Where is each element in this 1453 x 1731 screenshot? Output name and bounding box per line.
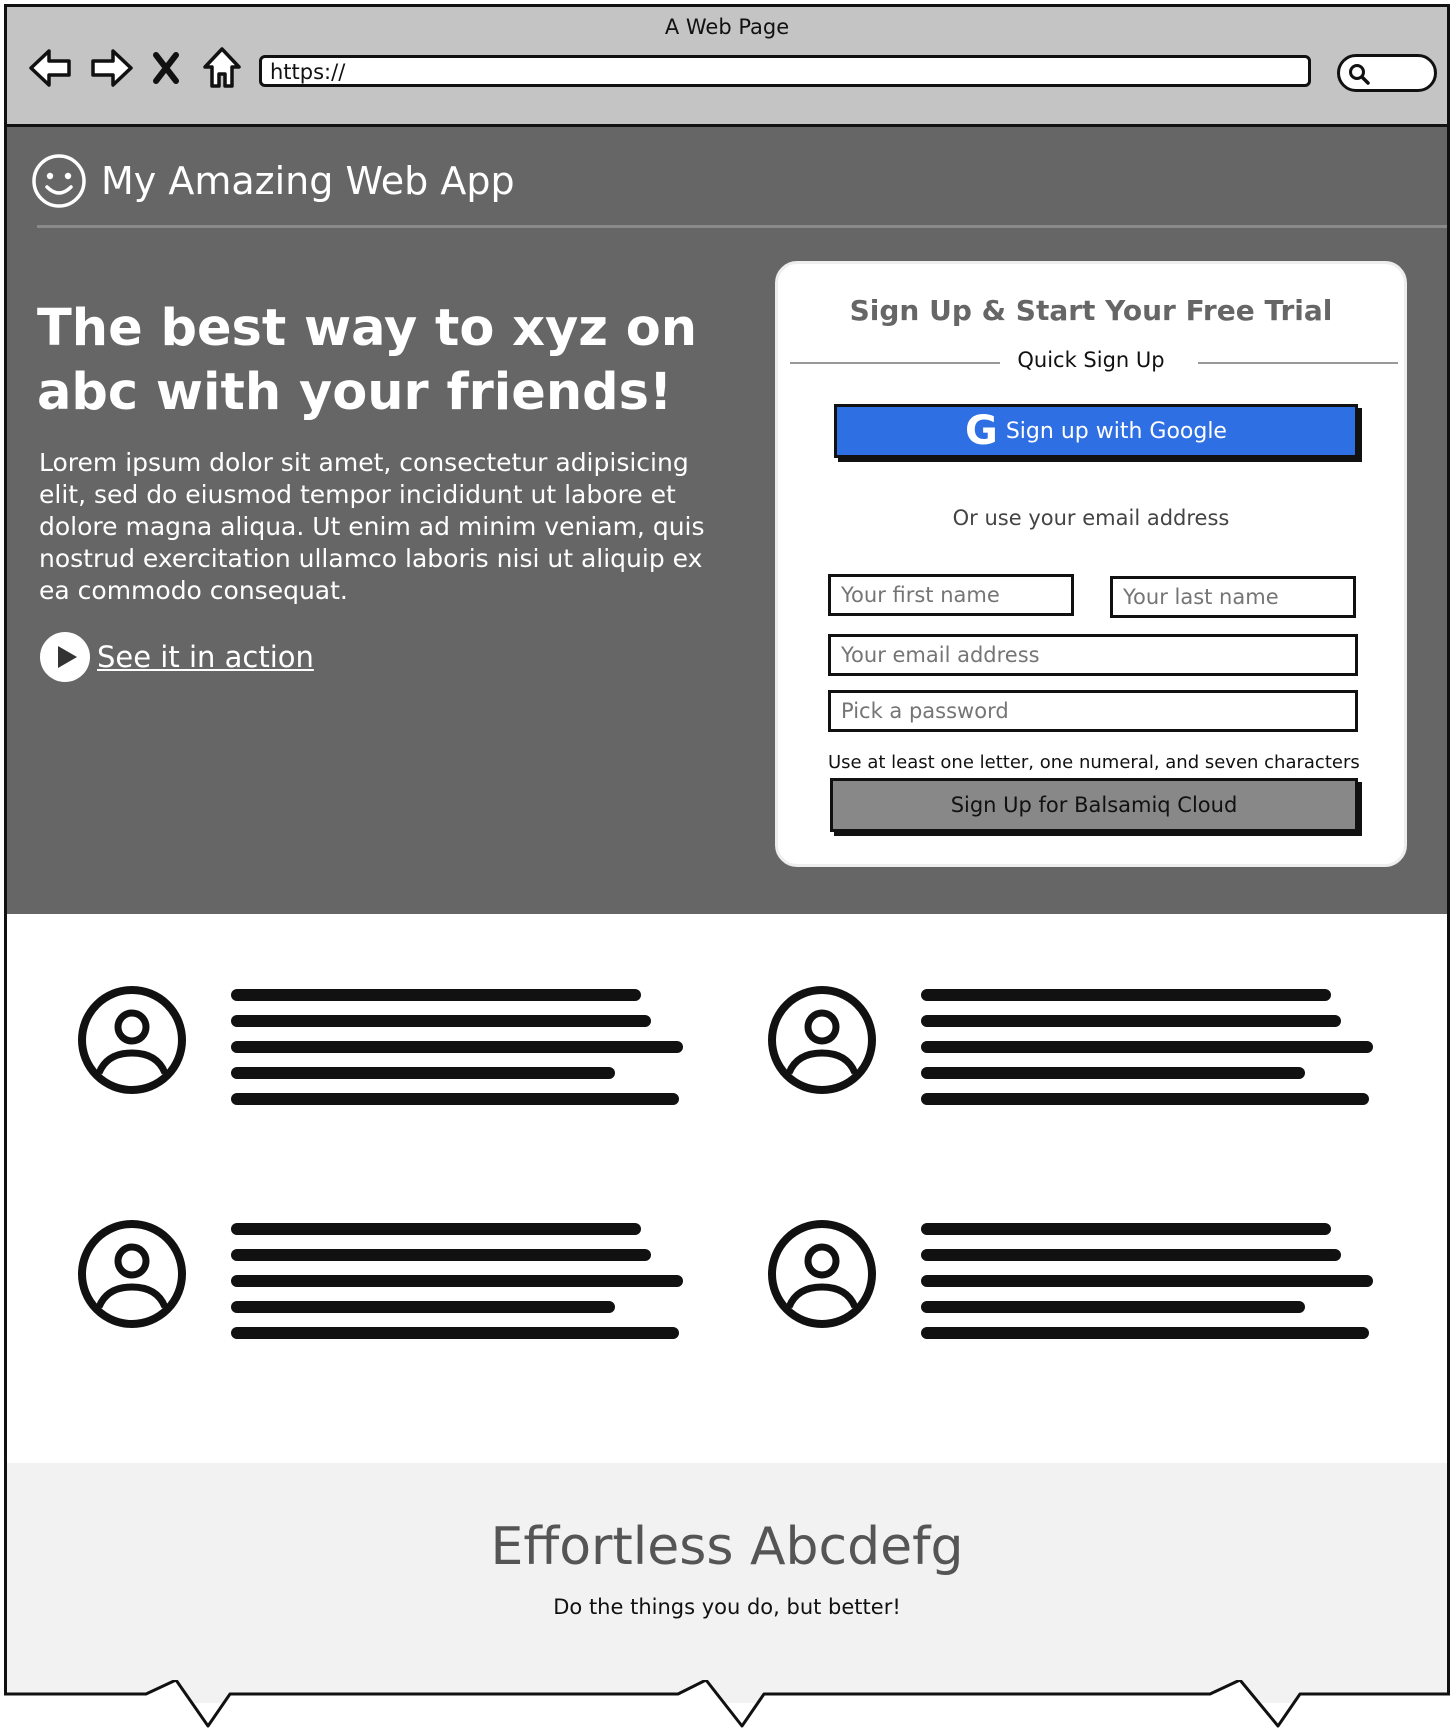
user-avatar-icon (768, 1220, 876, 1328)
hero-description: Lorem ipsum dolor sit amet, consectetur … (39, 448, 705, 605)
play-icon[interactable] (39, 631, 91, 683)
google-signup-button[interactable]: G Sign up with Google (834, 404, 1358, 458)
smiley-logo-icon[interactable] (31, 153, 87, 209)
first-name-input[interactable] (828, 574, 1074, 616)
back-arrow-icon[interactable] (25, 43, 75, 93)
last-name-input[interactable] (1110, 576, 1356, 618)
torn-edge (4, 1680, 1450, 1731)
quick-signup-label: Quick Sign Up (1017, 348, 1165, 372)
scribbled-text (231, 989, 683, 1119)
browser-search-field[interactable] (1337, 54, 1437, 92)
app-header: My Amazing Web App (31, 153, 515, 209)
user-avatar-icon (78, 986, 186, 1094)
feature-item (767, 985, 1373, 1119)
email-input[interactable] (828, 634, 1358, 676)
signup-card: Sign Up & Start Your Free Trial Quick Si… (775, 261, 1407, 867)
header-divider (37, 225, 1447, 228)
divider-line-right (1198, 362, 1398, 364)
footer-section: Effortless Abcdefg Do the things you do,… (7, 1463, 1447, 1703)
feature-item (77, 985, 683, 1119)
app-name[interactable]: My Amazing Web App (101, 159, 515, 203)
see-it-in-action-link[interactable]: See it in action (39, 631, 314, 683)
quick-signup-divider: Quick Sign Up (778, 348, 1404, 378)
browser-toolbar: A Web Page https:// (7, 7, 1447, 127)
hero-headline: The best way to xyz on abc with your fri… (37, 299, 698, 422)
password-input[interactable] (828, 690, 1358, 732)
footer-subtitle: Do the things you do, but better! (553, 1595, 901, 1619)
feature-item (77, 1219, 683, 1353)
address-bar[interactable]: https:// (259, 55, 1311, 87)
scribbled-text (921, 989, 1373, 1119)
user-avatar-icon (768, 986, 876, 1094)
window-title: A Web Page (664, 15, 790, 39)
forward-arrow-icon[interactable] (87, 43, 137, 93)
google-signup-label: Sign up with Google (1005, 418, 1227, 444)
signup-title: Sign Up & Start Your Free Trial (849, 294, 1333, 327)
signup-submit-button[interactable]: Sign Up for Balsamiq Cloud (830, 778, 1358, 832)
user-avatar-icon (78, 1220, 186, 1328)
browser-window: A Web Page https:// My Amazing Web App T… (4, 4, 1450, 1703)
footer-title: Effortless Abcdefg (490, 1517, 964, 1577)
see-it-in-action-label[interactable]: See it in action (97, 640, 314, 674)
or-email-text: Or use your email address (952, 506, 1230, 530)
password-hint: Use at least one letter, one numeral, an… (828, 752, 1360, 773)
hero-section: My Amazing Web App The best way to xyz o… (7, 127, 1447, 914)
google-g-icon: G (965, 408, 998, 454)
feature-item (767, 1219, 1373, 1353)
stop-icon[interactable] (149, 43, 183, 93)
scribbled-text (231, 1223, 683, 1353)
search-icon (1349, 64, 1370, 85)
scribbled-text (921, 1223, 1373, 1353)
home-icon[interactable] (197, 43, 247, 93)
